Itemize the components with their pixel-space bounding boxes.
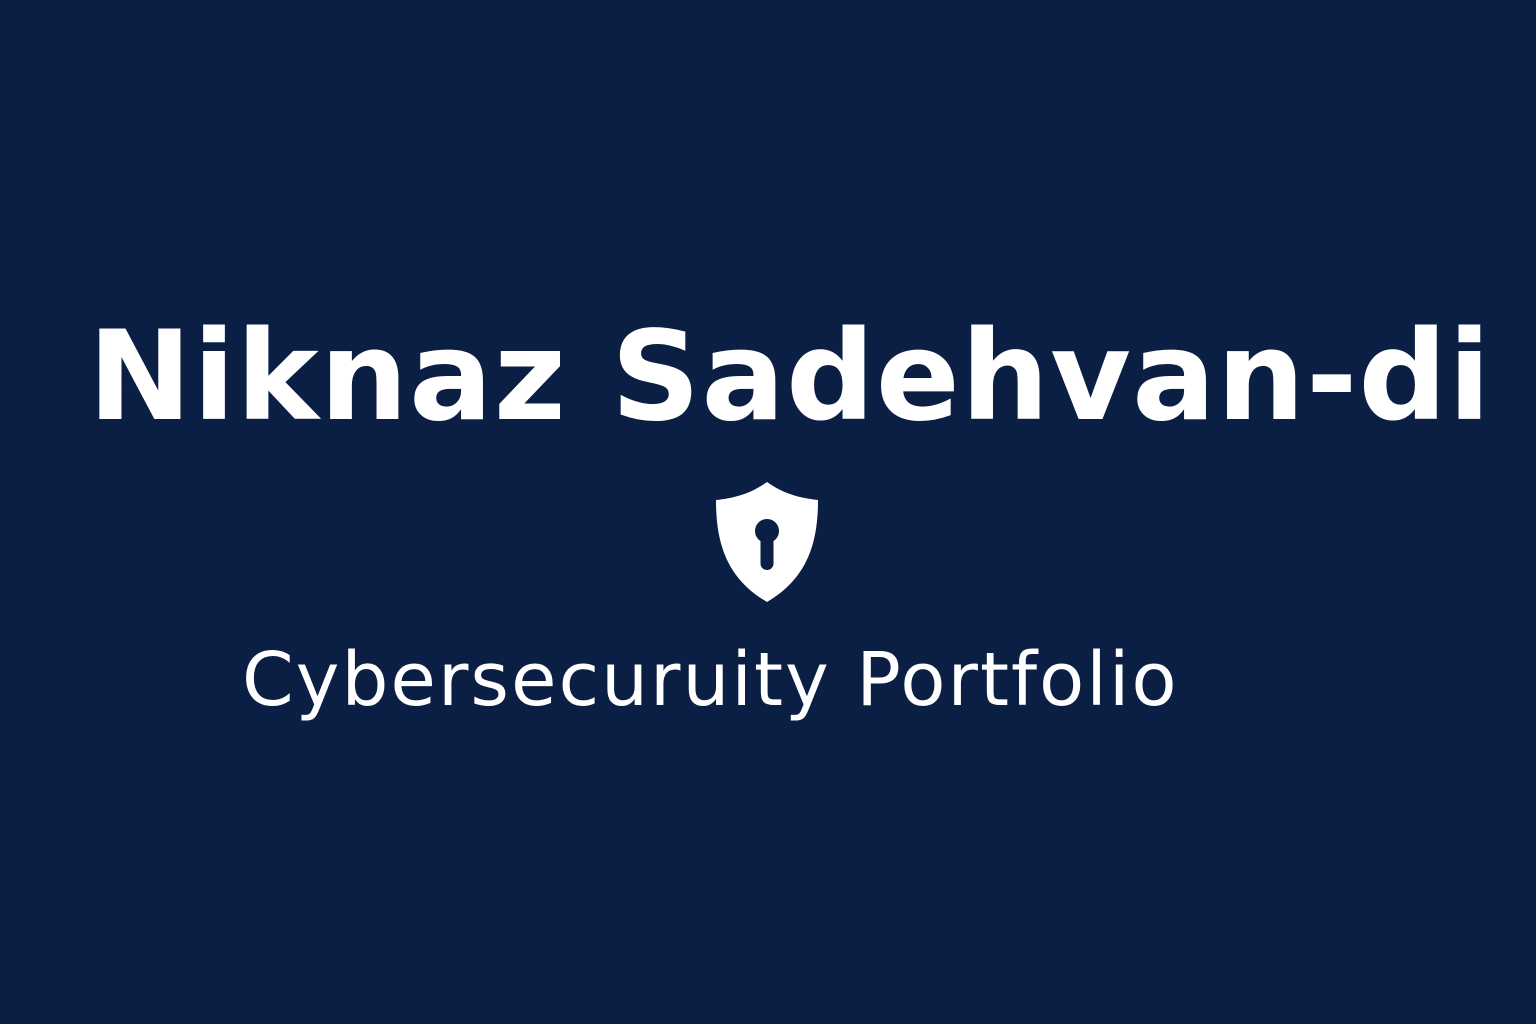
subtitle: Cybersecuruity Portfolio	[242, 637, 1179, 723]
shield-keyhole-icon	[714, 480, 820, 604]
page-title: Niknaz Sadehvan-di	[88, 305, 1492, 449]
hero-banner: Niknaz Sadehvan-di Cybersecuruity Portfo…	[0, 0, 1536, 1024]
